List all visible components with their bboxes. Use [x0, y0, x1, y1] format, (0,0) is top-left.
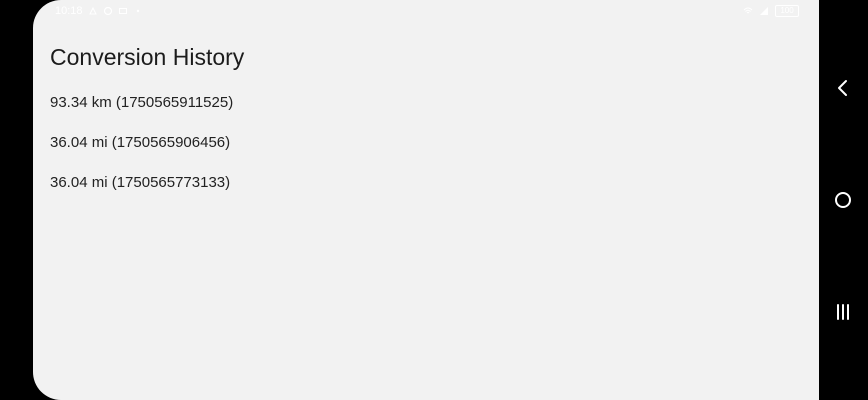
status-time: 10:18 [55, 5, 83, 17]
notification-icon [88, 6, 97, 15]
history-list: 93.34 km (1750565911525) 36.04 mi (17505… [50, 94, 233, 214]
recents-icon [837, 304, 849, 320]
back-button[interactable] [831, 76, 855, 100]
battery-icon: 100 [775, 5, 799, 17]
back-icon [838, 80, 847, 96]
dot-icon [136, 9, 139, 13]
history-item: 36.04 mi (1750565906456) [50, 134, 231, 151]
wifi-icon [743, 7, 753, 14]
status-left: 10:18 [55, 5, 143, 17]
status-bar: 10:18 100 [33, 0, 819, 24]
home-button[interactable] [831, 188, 855, 212]
sync-icon [103, 6, 112, 16]
media-icon [118, 8, 127, 14]
history-item: 93.34 km (1750565911525) [50, 94, 234, 111]
home-icon [835, 192, 851, 208]
navigation-bar [819, 0, 868, 400]
history-item: 36.04 mi (1750565773133) [50, 174, 231, 191]
status-right: 100 [743, 5, 799, 17]
app-screen: 10:18 100 Conversion History 93.34 km (1… [33, 0, 819, 400]
page-title: Conversion History [50, 44, 245, 70]
signal-icon [760, 7, 768, 15]
recents-button[interactable] [831, 300, 855, 324]
